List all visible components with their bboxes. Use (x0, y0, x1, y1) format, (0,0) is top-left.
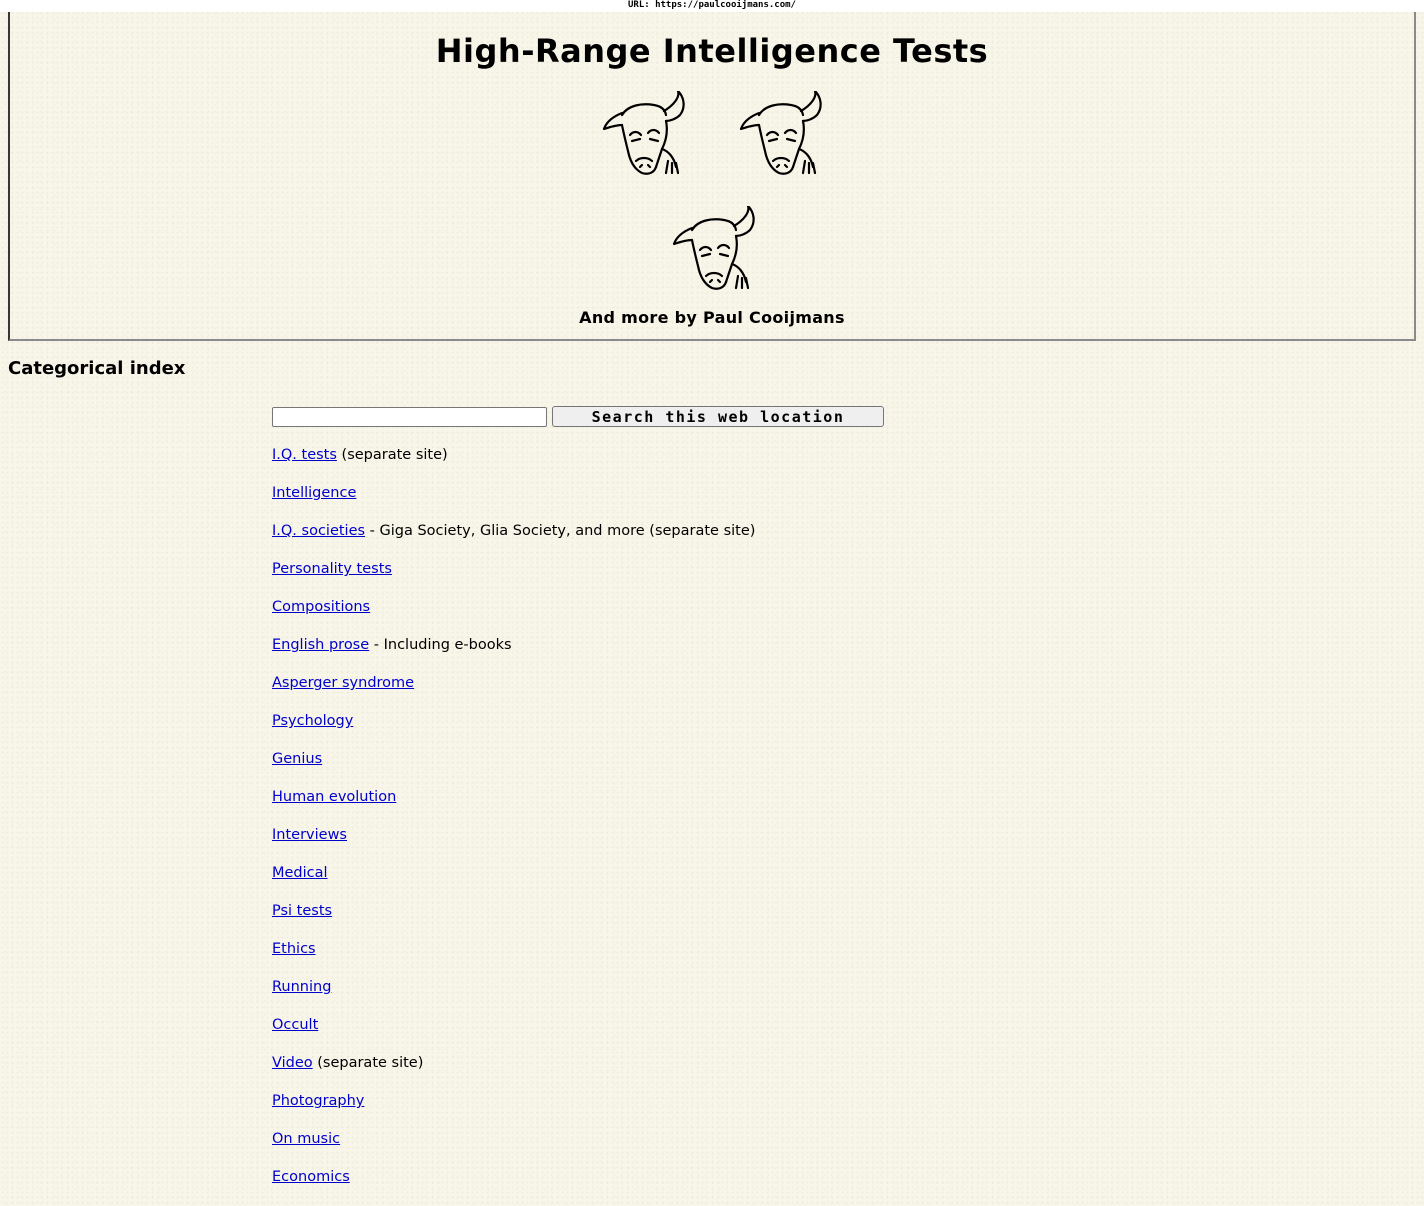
category-note: (separate site) (336, 447, 448, 463)
list-item: Economics (272, 1168, 755, 1206)
url-bar: URL: https://paulcooijmans.com/ (0, 0, 1424, 12)
category-list: I.Q. tests (separate site) Intelligence … (272, 446, 755, 1206)
search-button[interactable]: Search this web location (552, 406, 884, 427)
category-link-iq-societies[interactable]: I.Q. societies (272, 523, 365, 539)
list-item: Running (272, 978, 755, 1016)
category-note: - Including e-books (369, 637, 512, 653)
bull-head-icon (739, 91, 822, 175)
category-link-intelligence[interactable]: Intelligence (272, 485, 356, 501)
list-item: Intelligence (272, 484, 755, 522)
list-item: I.Q. societies - Giga Society, Glia Soci… (272, 522, 755, 560)
category-link-personality-tests[interactable]: Personality tests (272, 561, 392, 577)
search-input[interactable] (272, 407, 547, 427)
list-item: I.Q. tests (separate site) (272, 446, 755, 484)
list-item: Medical (272, 864, 755, 902)
category-link-interviews[interactable]: Interviews (272, 827, 347, 843)
category-link-occult[interactable]: Occult (272, 1017, 318, 1033)
header-banner: High-Range Intelligence Tests And more b… (8, 12, 1416, 341)
list-item: Human evolution (272, 788, 755, 826)
category-link-ethics[interactable]: Ethics (272, 941, 316, 957)
page-title: High-Range Intelligence Tests (435, 32, 989, 70)
category-link-compositions[interactable]: Compositions (272, 599, 370, 615)
category-link-video[interactable]: Video (272, 1055, 313, 1071)
list-item: Ethics (272, 940, 755, 978)
category-link-on-music[interactable]: On music (272, 1131, 340, 1147)
category-note: - Giga Society, Glia Society, and more (… (365, 523, 756, 539)
list-item: On music (272, 1130, 755, 1168)
list-item: Psi tests (272, 902, 755, 940)
category-link-genius[interactable]: Genius (272, 751, 322, 767)
list-item: Video (separate site) (272, 1054, 755, 1092)
category-link-psychology[interactable]: Psychology (272, 713, 353, 729)
list-item: Asperger syndrome (272, 674, 755, 712)
category-link-psi-tests[interactable]: Psi tests (272, 903, 332, 919)
category-link-human-evolution[interactable]: Human evolution (272, 789, 396, 805)
list-item: English prose - Including e-books (272, 636, 755, 674)
category-link-photography[interactable]: Photography (272, 1093, 364, 1109)
list-item: Occult (272, 1016, 755, 1054)
category-note: (separate site) (312, 1055, 424, 1071)
list-item: Psychology (272, 712, 755, 750)
category-link-running[interactable]: Running (272, 979, 331, 995)
list-item: Compositions (272, 598, 755, 636)
category-link-asperger-syndrome[interactable]: Asperger syndrome (272, 675, 414, 691)
category-link-english-prose[interactable]: English prose (272, 637, 369, 653)
categorical-index-heading: Categorical index (8, 358, 186, 379)
category-link-iq-tests[interactable]: I.Q. tests (272, 447, 337, 463)
list-item: Interviews (272, 826, 755, 864)
author-byline: And more by Paul Cooijmans (579, 308, 845, 327)
list-item: Genius (272, 750, 755, 788)
category-link-medical[interactable]: Medical (272, 865, 328, 881)
bull-head-icon (672, 206, 755, 290)
category-link-economics[interactable]: Economics (272, 1169, 350, 1185)
list-item: Personality tests (272, 560, 755, 598)
list-item: Photography (272, 1092, 755, 1130)
bull-head-icon (602, 91, 685, 175)
